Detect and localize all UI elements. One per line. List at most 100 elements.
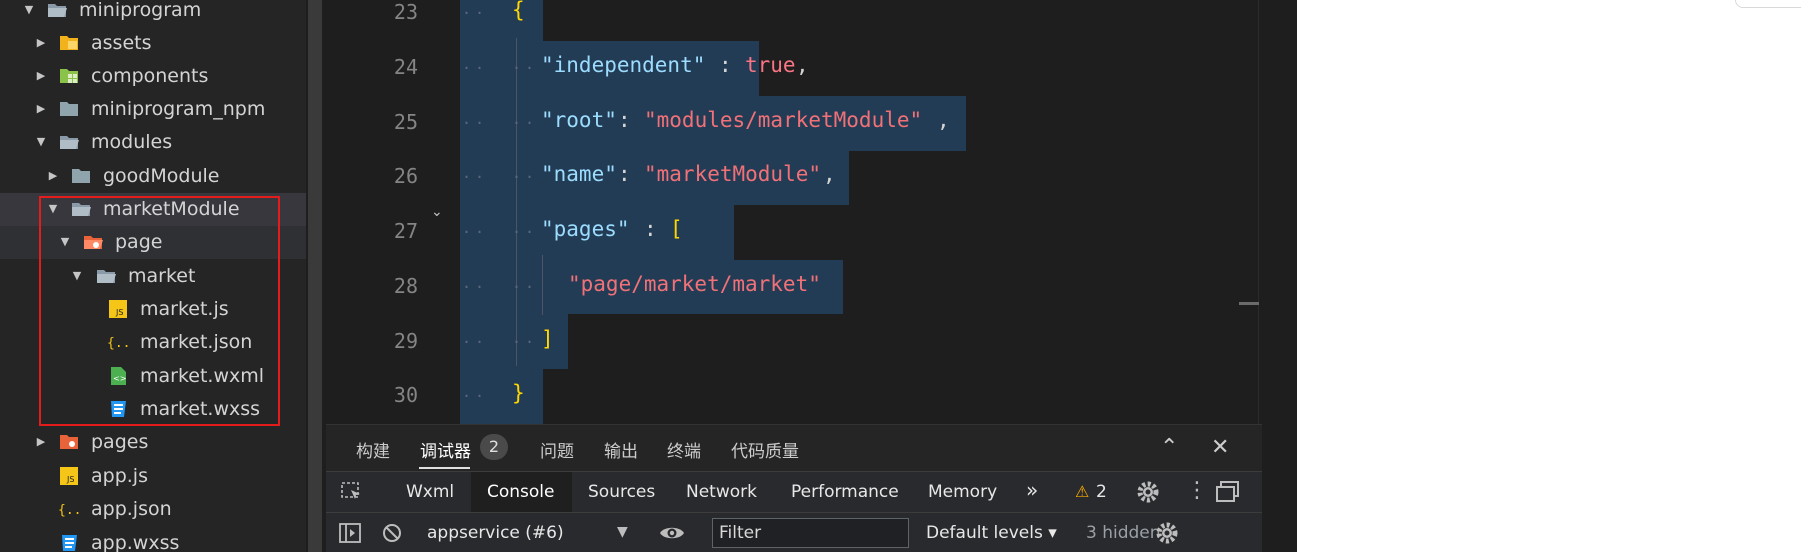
json-bracket: ]	[541, 327, 554, 351]
whitespace-dots: ··	[462, 114, 489, 132]
tab-wxml[interactable]: Wxml	[406, 482, 454, 502]
folder-components-icon	[58, 66, 80, 86]
code-brace: }	[512, 381, 525, 405]
tree-item-miniprogram[interactable]: ▼ miniprogram	[0, 0, 306, 27]
chevron-up-icon[interactable]: ⌃	[1160, 435, 1178, 460]
whitespace-dots: ··	[462, 223, 489, 241]
json-colon: :	[719, 53, 732, 77]
more-vertical-icon[interactable]: ⋮	[1186, 478, 1208, 503]
filter-input[interactable]	[712, 518, 909, 548]
line-number: 26	[393, 164, 418, 188]
json-bracket: [	[670, 217, 683, 241]
eye-icon[interactable]	[658, 521, 686, 549]
tree-item-goodmodule[interactable]: ▶ goodModule	[0, 160, 306, 193]
json-comma: ,	[937, 108, 950, 132]
json-value: "marketModule"	[644, 162, 822, 186]
tree-item-miniprogram-npm[interactable]: ▶ miniprogram_npm	[0, 93, 306, 126]
tab-memory[interactable]: Memory	[928, 482, 997, 502]
caret-right-icon[interactable]: ▶	[35, 68, 47, 84]
caret-down-icon[interactable]: ▼	[35, 134, 47, 150]
more-tabs-icon[interactable]: »	[1026, 478, 1038, 502]
wxss-file-icon	[58, 533, 80, 552]
code-brace: {	[512, 0, 525, 22]
hidden-count: 3 hidden	[1086, 523, 1161, 543]
tree-item-app-wxss[interactable]: app.wxss	[0, 527, 306, 552]
tree-item-pages[interactable]: ▶ pages	[0, 426, 306, 459]
debugger-badge: 2	[480, 434, 508, 460]
log-levels-select[interactable]: Default levels ▾	[926, 523, 1057, 543]
explorer-scrollbar[interactable]	[308, 0, 322, 552]
scroll-position-marker	[1239, 302, 1259, 305]
indent-guide	[516, 38, 517, 366]
line-number: 28	[393, 274, 418, 298]
console-toolbar: appservice (#6) ▼ Default levels ▾ 3 hid…	[326, 512, 1262, 552]
tab-debugger[interactable]: 调试器	[420, 437, 471, 462]
clear-console-icon[interactable]	[381, 522, 403, 548]
line-number: 29	[393, 329, 418, 353]
tree-item-label: app.js	[91, 465, 148, 487]
json-key: "independent"	[541, 53, 706, 77]
whitespace-dots: ··	[462, 387, 489, 405]
svg-text:{..}: {..}	[58, 503, 80, 518]
whitespace-dots: ··	[462, 4, 489, 22]
tree-item-modules[interactable]: ▼ modules	[0, 126, 306, 159]
folder-assets-icon	[58, 33, 80, 53]
active-tab-indicator	[419, 467, 470, 469]
tree-item-label: assets	[91, 32, 152, 54]
tab-sources[interactable]: Sources	[588, 482, 655, 502]
whitespace-dots: ··	[462, 278, 489, 296]
caret-down-icon[interactable]: ▼	[23, 2, 35, 18]
settings-gear-icon[interactable]	[1136, 480, 1160, 508]
folder-icon	[58, 99, 80, 119]
whitespace-dots: ··	[512, 59, 539, 77]
json-colon: :	[644, 217, 657, 241]
tree-item-label: miniprogram_npm	[91, 98, 266, 120]
warning-icon[interactable]: ⚠	[1075, 482, 1089, 501]
tree-item-label: components	[91, 65, 209, 87]
line-number: 27	[393, 219, 418, 243]
code-editor[interactable]: 23 24 25 26 27 28 29 30 ⌄ ·· { ·· ·· "in…	[326, 0, 1258, 424]
caret-right-icon[interactable]: ▶	[47, 168, 59, 184]
tab-output[interactable]: 输出	[604, 437, 638, 462]
inspect-element-icon[interactable]	[340, 481, 364, 507]
caret-right-icon[interactable]: ▶	[35, 434, 47, 450]
json-colon: :	[618, 162, 631, 186]
tab-problems[interactable]: 问题	[540, 437, 574, 462]
tree-item-label: app.wxss	[91, 532, 180, 552]
line-number: 25	[393, 110, 418, 134]
editor-scrollbar[interactable]	[1258, 0, 1297, 424]
tab-build[interactable]: 构建	[356, 437, 390, 462]
tree-item-app-json[interactable]: {..} app.json	[0, 493, 306, 526]
json-key: "root"	[541, 108, 617, 132]
fold-chevron-icon[interactable]: ⌄	[431, 204, 443, 220]
line-number: 30	[393, 383, 418, 407]
warning-count[interactable]: 2	[1096, 482, 1107, 502]
tab-performance[interactable]: Performance	[791, 482, 899, 502]
file-explorer: ▼ miniprogram ▶ assets ▶ components ▶ mi…	[0, 0, 306, 552]
json-key: "pages"	[541, 217, 630, 241]
folder-open-icon	[46, 0, 68, 20]
whitespace-dots: ··	[462, 168, 489, 186]
folder-pages-icon	[58, 432, 80, 452]
devtools-tabbar: Wxml Console Sources Network Performance…	[326, 471, 1262, 513]
tree-item-app-js[interactable]: JS app.js	[0, 460, 306, 493]
sidebar-toggle-icon[interactable]	[338, 522, 362, 548]
whitespace-dots: ··	[512, 223, 539, 241]
tab-terminal[interactable]: 终端	[667, 437, 701, 462]
whitespace-dots: ··	[512, 114, 539, 132]
undock-icon[interactable]	[1215, 480, 1241, 508]
context-select[interactable]: appservice (#6)	[427, 523, 564, 543]
tree-item-label: app.json	[91, 498, 172, 520]
tree-item-components[interactable]: ▶ components	[0, 60, 306, 93]
dropdown-arrow-icon[interactable]: ▼	[617, 524, 628, 540]
caret-right-icon[interactable]: ▶	[35, 101, 47, 117]
json-colon: :	[618, 108, 631, 132]
tab-console[interactable]: Console	[487, 482, 555, 502]
annotation-highlight-box	[39, 196, 280, 426]
tree-item-assets[interactable]: ▶ assets	[0, 27, 306, 60]
tab-code-quality[interactable]: 代码质量	[731, 437, 799, 462]
tab-network[interactable]: Network	[686, 482, 757, 502]
caret-right-icon[interactable]: ▶	[35, 35, 47, 51]
close-icon[interactable]: ✕	[1211, 435, 1229, 460]
console-settings-gear-icon[interactable]	[1155, 521, 1179, 549]
